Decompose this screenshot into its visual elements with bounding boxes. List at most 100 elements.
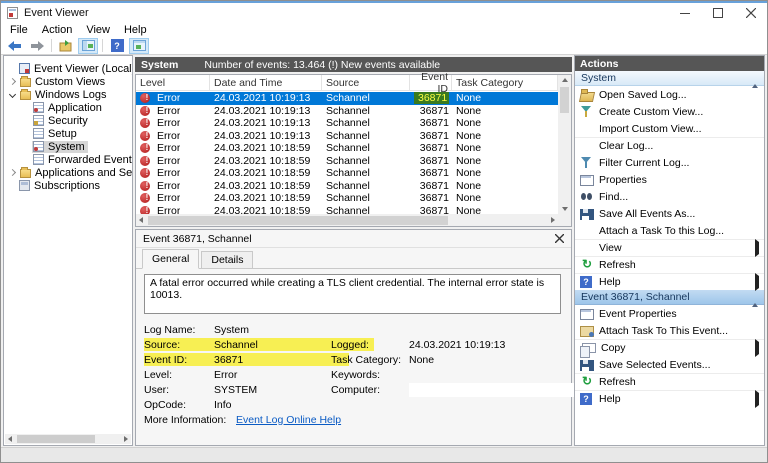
- column-level[interactable]: Level: [136, 75, 210, 90]
- field-value-logged: 24.03.2021 10:19:13: [409, 338, 506, 351]
- action-clear-log[interactable]: Clear Log...: [575, 137, 764, 154]
- scroll-up-icon[interactable]: [561, 78, 568, 82]
- event-viewer-icon: [19, 63, 30, 74]
- chevron-down-icon[interactable]: [8, 90, 17, 99]
- sidebar-item-applications-and-services[interactable]: Applications and Services Lo: [4, 166, 132, 179]
- sidebar-item-security[interactable]: Security: [4, 114, 132, 127]
- action-refresh-event[interactable]: ↻ Refresh: [575, 373, 764, 390]
- main-panel: System Number of events: 13.464 (!) New …: [135, 55, 577, 446]
- create-filter-icon: [580, 105, 594, 118]
- sidebar-item-forwarded-events[interactable]: Forwarded Events: [4, 153, 132, 166]
- column-event-id[interactable]: Event ID: [410, 71, 452, 95]
- sidebar-item-windows-logs[interactable]: Windows Logs: [4, 88, 132, 101]
- action-pane-toggle-button[interactable]: [129, 37, 149, 54]
- chevron-right-icon[interactable]: [8, 168, 17, 177]
- action-create-custom-view[interactable]: Create Custom View...: [575, 103, 764, 120]
- help-button[interactable]: ?: [107, 38, 127, 54]
- table-row[interactable]: ! Error 24.03.2021 10:19:13 Schannel 3687…: [136, 105, 558, 118]
- close-button[interactable]: [734, 3, 767, 23]
- field-label-opcode: OpCode:: [144, 398, 187, 411]
- sidebar-item-setup[interactable]: Setup: [4, 127, 132, 140]
- task-icon: [580, 325, 594, 337]
- app-icon: [7, 7, 18, 19]
- table-row[interactable]: ! Error 24.03.2021 10:18:59 Schannel 3687…: [136, 142, 558, 155]
- log-icon: [33, 128, 44, 139]
- scrollbar-thumb[interactable]: [17, 435, 95, 443]
- field-label-event-id: Event ID:: [144, 353, 188, 366]
- action-copy[interactable]: Copy: [575, 339, 764, 358]
- event-log-online-help-link[interactable]: Event Log Online Help: [236, 414, 341, 426]
- back-button[interactable]: [5, 38, 25, 54]
- collapse-icon[interactable]: [752, 72, 758, 88]
- action-open-saved-log[interactable]: Open Saved Log...: [575, 86, 764, 103]
- tab-general[interactable]: General: [142, 249, 200, 269]
- action-help[interactable]: ? Help: [575, 273, 764, 291]
- close-preview-button[interactable]: [555, 234, 564, 243]
- highlighted-event-id: 36871: [414, 92, 449, 105]
- action-import-custom-view[interactable]: Import Custom View...: [575, 120, 764, 137]
- column-source[interactable]: Source: [322, 75, 410, 90]
- scroll-right-icon[interactable]: [124, 436, 128, 442]
- action-refresh[interactable]: ↻ Refresh: [575, 256, 764, 273]
- actions-section-event[interactable]: Event 36871, Schannel: [575, 290, 764, 307]
- action-view[interactable]: View: [575, 239, 764, 257]
- table-row[interactable]: ! Error 24.03.2021 10:19:13 Schannel 3687…: [136, 130, 558, 143]
- events-table: Level Date and Time Source Event ID Task…: [135, 71, 572, 227]
- action-event-properties[interactable]: Event Properties: [575, 305, 764, 322]
- submenu-arrow-icon: [755, 239, 759, 257]
- save-icon: [580, 208, 594, 220]
- events-horizontal-scrollbar[interactable]: [136, 214, 558, 226]
- events-vertical-scrollbar[interactable]: [558, 75, 571, 214]
- export-log-button[interactable]: [56, 38, 76, 54]
- scroll-down-icon[interactable]: [561, 207, 568, 211]
- titlebar[interactable]: Event Viewer: [1, 3, 767, 23]
- table-row-selected[interactable]: ! Error 24.03.2021 10:19:13 Schannel 3687…: [136, 92, 558, 105]
- chevron-right-icon[interactable]: [8, 77, 17, 86]
- tree-root-event-viewer-local[interactable]: Event Viewer (Local): [4, 62, 132, 75]
- scrollbar-thumb[interactable]: [560, 87, 569, 113]
- menu-file[interactable]: File: [3, 24, 35, 36]
- action-properties[interactable]: Properties: [575, 171, 764, 188]
- sidebar-item-system[interactable]: System: [4, 140, 132, 153]
- scroll-right-icon[interactable]: [551, 217, 555, 223]
- scroll-left-icon[interactable]: [8, 436, 12, 442]
- forward-button[interactable]: [27, 38, 47, 54]
- table-row[interactable]: ! Error 24.03.2021 10:19:13 Schannel 3687…: [136, 117, 558, 130]
- column-task-category[interactable]: Task Category: [452, 75, 558, 90]
- maximize-button[interactable]: [701, 3, 734, 23]
- console-tree-toggle-button[interactable]: [78, 37, 98, 54]
- event-description[interactable]: A fatal error occurred while creating a …: [144, 274, 561, 314]
- table-row[interactable]: ! Error 24.03.2021 10:18:59 Schannel 3687…: [136, 205, 558, 214]
- table-row[interactable]: ! Error 24.03.2021 10:18:59 Schannel 3687…: [136, 167, 558, 180]
- field-label-computer: Computer:: [331, 383, 381, 396]
- action-help-event[interactable]: ? Help: [575, 390, 764, 408]
- column-date-time[interactable]: Date and Time: [210, 75, 322, 90]
- window-bottom-strip: [1, 447, 767, 462]
- minimize-button[interactable]: [668, 3, 701, 23]
- scrollbar-thumb[interactable]: [148, 215, 448, 225]
- error-icon: !: [140, 155, 150, 166]
- actions-section-system[interactable]: System: [575, 71, 764, 88]
- menu-view[interactable]: View: [79, 24, 117, 36]
- action-save-all-events-as[interactable]: Save All Events As...: [575, 205, 764, 222]
- action-attach-task-to-log[interactable]: Attach a Task To this Log...: [575, 222, 764, 239]
- back-arrow-icon: [8, 40, 21, 51]
- action-filter-current-log[interactable]: Filter Current Log...: [575, 154, 764, 171]
- tab-details[interactable]: Details: [201, 251, 254, 269]
- action-save-selected-events[interactable]: Save Selected Events...: [575, 356, 764, 373]
- table-row[interactable]: ! Error 24.03.2021 10:18:59 Schannel 3687…: [136, 180, 558, 193]
- table-row[interactable]: ! Error 24.03.2021 10:18:59 Schannel 3687…: [136, 155, 558, 168]
- collapse-icon[interactable]: [752, 291, 758, 307]
- sidebar-item-subscriptions[interactable]: Subscriptions: [4, 179, 132, 192]
- action-find[interactable]: Find...: [575, 188, 764, 205]
- sidebar-item-custom-views[interactable]: Custom Views: [4, 75, 132, 88]
- action-attach-task-to-event[interactable]: Attach Task To This Event...: [575, 322, 764, 339]
- submenu-arrow-icon: [755, 273, 759, 291]
- menu-action[interactable]: Action: [35, 24, 80, 36]
- scroll-left-icon[interactable]: [139, 217, 143, 223]
- table-row[interactable]: ! Error 24.03.2021 10:18:59 Schannel 3687…: [136, 192, 558, 205]
- menu-help[interactable]: Help: [117, 24, 154, 36]
- tree-horizontal-scrollbar[interactable]: [5, 434, 131, 444]
- actions-header: Actions: [575, 56, 764, 71]
- sidebar-item-application[interactable]: Application: [4, 101, 132, 114]
